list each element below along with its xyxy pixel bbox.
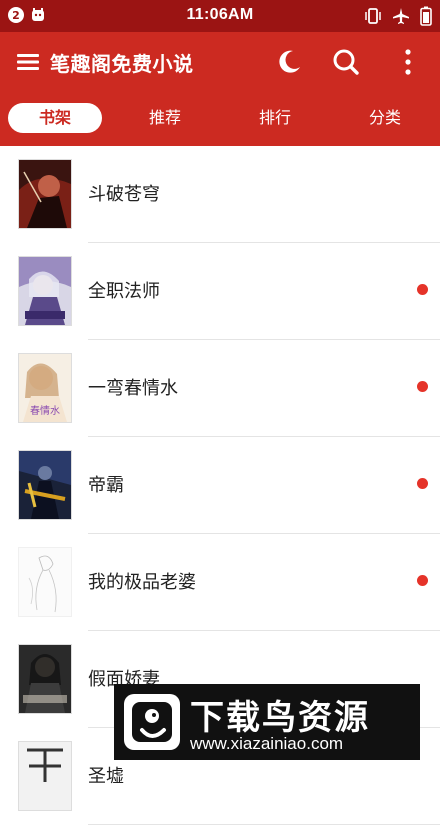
app-bar: 笔趣阁免费小说	[0, 32, 440, 92]
svg-text:春情水: 春情水	[30, 404, 60, 417]
update-dot	[417, 478, 428, 489]
book-cover	[18, 256, 72, 326]
book-row[interactable]: 春情水 一弯春情水	[0, 340, 440, 437]
book-cover	[18, 644, 72, 714]
book-title: 全职法师	[88, 281, 160, 302]
moon-icon[interactable]	[276, 49, 302, 75]
battery-icon	[420, 6, 432, 26]
more-vert-icon[interactable]	[398, 48, 418, 76]
watermark-url: www.xiazainiao.com	[190, 734, 344, 753]
airplane-mode-icon	[393, 8, 409, 24]
book-cover: 春情水	[18, 353, 72, 423]
book-title: 一弯春情水	[88, 378, 178, 399]
tab-recommend[interactable]: 推荐	[120, 103, 210, 133]
update-dot	[417, 381, 428, 392]
book-title: 圣墟	[88, 766, 124, 787]
book-row[interactable]: 斗破苍穹	[0, 146, 440, 243]
status-right	[364, 6, 432, 26]
status-bar: 2 11:06AM	[0, 0, 440, 32]
book-title: 斗破苍穹	[88, 184, 160, 205]
watermark-logo	[124, 694, 180, 750]
book-row[interactable]: 帝霸	[0, 437, 440, 534]
tab-bar: 书架 推荐 排行 分类	[0, 92, 440, 146]
app-title: 笔趣阁免费小说	[50, 52, 194, 76]
search-icon[interactable]	[332, 48, 360, 76]
book-cover	[18, 450, 72, 520]
book-cover	[18, 741, 72, 811]
vibrate-icon	[365, 8, 381, 24]
tab-category[interactable]: 分类	[340, 103, 430, 133]
book-title: 我的极品老婆	[88, 572, 196, 593]
tab-ranking[interactable]: 排行	[230, 103, 320, 133]
book-row[interactable]: 我的极品老婆	[0, 534, 440, 631]
book-row[interactable]: 全职法师	[0, 243, 440, 340]
book-cover	[18, 159, 72, 229]
book-cover	[18, 547, 72, 617]
menu-icon[interactable]	[16, 50, 40, 74]
update-dot	[417, 284, 428, 295]
watermark-overlay: 下载鸟资源 www.xiazainiao.com	[114, 684, 420, 760]
tab-bookshelf[interactable]: 书架	[8, 103, 102, 133]
update-dot	[417, 575, 428, 586]
book-title: 帝霸	[88, 475, 124, 496]
watermark-brand: 下载鸟资源	[190, 698, 370, 738]
